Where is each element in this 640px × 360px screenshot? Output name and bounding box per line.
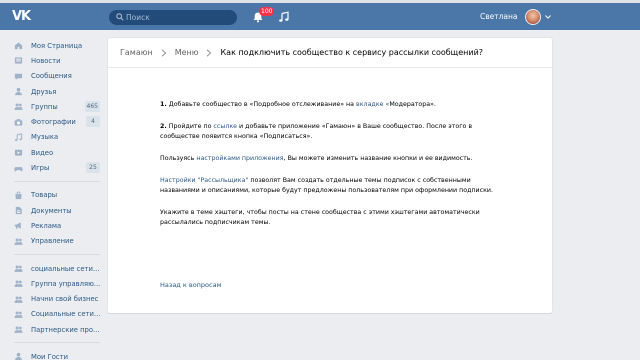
sidebar-item-label: Музыка	[31, 133, 59, 142]
megaphone-icon	[14, 222, 21, 230]
sidebar-divider	[14, 342, 100, 344]
page-title: Как подключить сообщество к сервису расс…	[220, 48, 484, 57]
sidebar-item-partner-programs[interactable]: Партнерские про...	[14, 322, 100, 337]
chevron-right-icon	[161, 48, 166, 57]
sidebar: Моя Страница Новости Сообщения Друзья Группы…	[14, 38, 100, 360]
sidebar-item-label: Моя Страница	[31, 41, 83, 50]
users-icon	[14, 311, 23, 318]
back-to-questions-link[interactable]: Назад к вопросам	[160, 281, 221, 289]
mailer-settings-link[interactable]: Настройки "Рассыльщика"	[160, 177, 248, 184]
paragraph-text: Добавьте сообщество в «Подробное отслежи…	[166, 101, 357, 108]
message-icon	[14, 73, 23, 80]
users-icon	[14, 265, 23, 272]
sidebar-item-social-networks-2[interactable]: Социальные сети...	[14, 307, 100, 322]
gamepad-icon	[14, 166, 23, 171]
sidebar-item-label: Игры	[31, 164, 50, 173]
sidebar-item-label: Новости	[31, 56, 61, 65]
sidebar-item-goods[interactable]: Товары	[14, 188, 100, 203]
paragraph-text: Модератора».	[389, 101, 436, 108]
sidebar-item-management-group[interactable]: Группа управляю...	[14, 276, 100, 291]
sidebar-item-label: Мои Гости	[31, 352, 69, 360]
music-icon	[14, 133, 23, 142]
chevron-down-icon[interactable]	[545, 15, 551, 19]
paragraph-text: Пользуясь	[160, 155, 197, 162]
sidebar-item-social-networks[interactable]: социальные сети...	[14, 261, 100, 276]
music-icon[interactable]	[278, 11, 290, 23]
users-icon	[14, 296, 23, 303]
sidebar-item-label: Друзья	[31, 87, 57, 96]
sidebar-item-ads[interactable]: Реклама	[14, 218, 100, 233]
users-icon	[14, 280, 23, 288]
video-icon	[14, 150, 23, 156]
sidebar-item-management[interactable]: Управление	[14, 234, 100, 249]
paragraph-text: Пройдите по	[166, 123, 214, 130]
sidebar-divider	[14, 253, 100, 255]
users-icon	[14, 326, 23, 334]
user-icon	[15, 87, 22, 96]
article-body: 1. Добавьте сообщество в «Подробное отсл…	[160, 100, 500, 240]
sidebar-count-badge: 25	[86, 162, 100, 174]
home-icon	[14, 42, 23, 50]
sidebar-item-label: Социальные сети...	[31, 310, 100, 319]
paragraph-text: , Вы можете изменить название кнопки и е…	[283, 155, 473, 162]
step-number: 2.	[160, 123, 167, 130]
paragraph-hashtags: Укажите в теме хэштеги, чтобы посты на с…	[160, 209, 480, 226]
notifications-badge: 100	[259, 7, 275, 16]
sidebar-item-my-page[interactable]: Моя Страница	[14, 38, 100, 53]
search-icon	[116, 13, 124, 21]
paragraph-step-1: 1. Добавьте сообщество в «Подробное отсл…	[160, 100, 500, 110]
document-icon	[15, 207, 22, 215]
sidebar-item-label: Группы	[31, 102, 58, 111]
sidebar-item-news[interactable]: Новости	[14, 53, 100, 68]
paragraph-step-2: 2. Пройдите по ссылке и добавьте приложе…	[160, 122, 500, 142]
bag-icon	[15, 191, 22, 199]
paragraph-settings: Пользуясь настройками приложения, Вы мож…	[160, 154, 500, 164]
sidebar-item-photos[interactable]: Фотографии 4	[14, 114, 100, 129]
sidebar-item-label: Начни свой бизнес	[31, 295, 99, 304]
sidebar-item-label: Фотографии	[31, 118, 76, 127]
avatar[interactable]	[525, 9, 541, 25]
vk-logo[interactable]: VK	[12, 8, 32, 25]
user-icon	[15, 353, 22, 360]
users-icon	[14, 103, 23, 111]
sidebar-item-video[interactable]: Видео	[14, 145, 100, 160]
sidebar-item-label: Сообщения	[31, 72, 72, 81]
paragraph-mailer-settings: Настройки "Рассыльщика" позволят Вам соз…	[160, 176, 500, 196]
users-icon	[14, 238, 23, 245]
sidebar-item-label: Партнерские про...	[31, 325, 100, 334]
search-input[interactable]	[126, 11, 231, 24]
news-icon	[14, 57, 23, 65]
moderator-tab-link[interactable]: вкладке «	[356, 101, 389, 108]
sidebar-item-label: Группа управляю...	[31, 279, 100, 288]
breadcrumb-item-menu[interactable]: Меню	[175, 48, 199, 57]
sidebar-item-start-business[interactable]: Начни свой бизнес	[14, 291, 100, 306]
sidebar-item-documents[interactable]: Документы	[14, 203, 100, 218]
sidebar-item-label: Реклама	[31, 221, 62, 230]
sidebar-item-label: Управление	[31, 237, 74, 246]
sidebar-item-groups[interactable]: Группы 465	[14, 99, 100, 114]
sidebar-count-badge: 4	[86, 116, 100, 128]
user-name[interactable]: Светлана	[480, 12, 518, 22]
sidebar-item-games[interactable]: Игры 25	[14, 160, 100, 175]
camera-icon	[14, 118, 23, 126]
sidebar-item-label: Документы	[31, 206, 72, 215]
breadcrumb: Гамаюн Меню Как подключить сообщество к …	[108, 38, 552, 68]
sidebar-divider	[14, 180, 100, 182]
sidebar-item-label: Товары	[31, 191, 58, 200]
app-settings-link[interactable]: настройками приложения	[196, 155, 283, 162]
sidebar-item-label: Видео	[31, 148, 54, 157]
chevron-right-icon	[207, 48, 212, 57]
top-header: VK 100 Светлана	[0, 3, 640, 30]
app-link[interactable]: ссылке	[213, 123, 237, 130]
sidebar-item-label: социальные сети...	[31, 264, 100, 273]
breadcrumb-item-gamayun[interactable]: Гамаюн	[120, 48, 153, 57]
search-box[interactable]	[109, 10, 237, 25]
sidebar-item-music[interactable]: Музыка	[14, 130, 100, 145]
sidebar-count-badge: 465	[84, 101, 100, 113]
sidebar-item-friends[interactable]: Друзья	[14, 84, 100, 99]
content-panel: Гамаюн Меню Как подключить сообщество к …	[108, 38, 552, 313]
sidebar-item-messages[interactable]: Сообщения	[14, 69, 100, 84]
step-number: 1.	[160, 101, 167, 108]
sidebar-item-my-guests[interactable]: Мои Гости	[14, 349, 100, 360]
